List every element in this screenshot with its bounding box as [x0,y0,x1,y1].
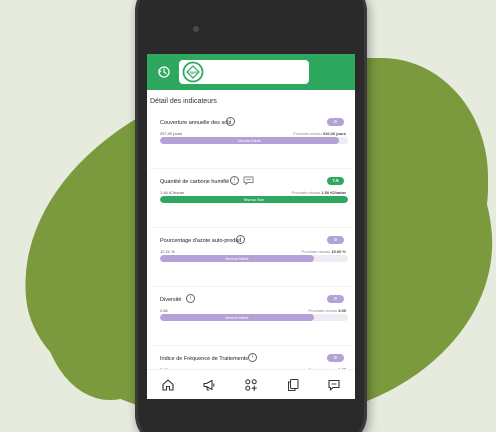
phone-camera [193,26,199,32]
current-value: 1.46 tC/ha/an [160,190,185,195]
grid-add-icon[interactable] [244,378,258,392]
indicator-title: Couverture annuelle des sols [160,120,232,126]
next-level-value: 310,00 jours [322,131,346,136]
next-level-label: Prochain niveau [291,190,321,195]
current-value: 12,21 % [160,249,175,254]
next-level-label: Prochain niveau [301,249,331,254]
indicator-title: Diversité [160,297,182,303]
info-icon[interactable]: i [226,117,235,126]
chat-icon[interactable] [327,378,341,392]
comment-icon[interactable] [243,176,254,185]
score-badge: 0 [327,354,344,362]
current-value: 297,00 jours [160,131,183,136]
app-logo: cigale [182,61,204,83]
progress-track: Niveau faible [160,137,348,144]
indicator-card[interactable]: Diversité i 0 2.84 Prochain niveau 3.50 … [150,287,352,346]
indicator-card[interactable]: Couverture annuelle des sols i 0 297,00 … [150,110,352,169]
logo-container: cigale [179,60,309,84]
score-badge: 0 [327,236,344,244]
bottom-nav [147,369,355,399]
next-level-value: 1.50 tC/ha/an [321,190,346,195]
progress-fill: Niveau faible [160,137,339,144]
indicator-card[interactable]: Pourcentage d'azote auto-produit i 0 12,… [150,228,352,287]
score-badge: 0 [327,295,344,303]
next-level-label: Prochain niveau [293,131,322,136]
progress-fill: Niveau Bon [160,196,348,203]
info-icon[interactable]: i [236,235,245,244]
app-screen: cigale Détail des indicateurs Couverture… [147,54,355,399]
section-title: Détail des indicateurs [150,98,217,105]
history-icon[interactable] [157,65,171,79]
info-icon[interactable]: i [186,294,195,303]
logo-text: cigale [188,71,198,75]
progress-track: Niveau Bon [160,196,348,203]
score-badge: 0 [327,118,344,126]
info-icon[interactable]: i [230,176,239,185]
next-level: Prochain niveau 15.00 % [302,249,347,254]
indicator-list: Couverture annuelle des sols i 0 297,00 … [147,110,355,399]
next-level: Prochain niveau 1.50 tC/ha/an [292,190,347,195]
score-badge: 7.5 [327,177,344,185]
progress-track: Niveau faible [160,314,348,321]
app-header: cigale [147,54,355,90]
info-icon[interactable]: i [248,353,257,362]
indicator-title: Indice de Fréquence de Traitements [160,356,249,362]
next-level: Prochain niveau 3.50 [308,308,346,313]
home-icon[interactable] [161,378,175,392]
indicator-title: Quantité de carbone humifié ... [160,179,236,185]
documents-icon[interactable] [286,378,300,392]
next-level-label: Prochain niveau [308,308,338,313]
progress-fill: Niveau faible [160,255,315,262]
indicator-title: Pourcentage d'azote auto-produit [160,238,242,244]
next-level: Prochain niveau 310,00 jours [293,131,346,136]
phone-frame: cigale Détail des indicateurs Couverture… [135,0,367,432]
current-value: 2.84 [160,308,168,313]
indicator-card[interactable]: Quantité de carbone humifié ... i 7.5 1.… [150,169,352,228]
megaphone-icon[interactable] [202,378,216,392]
next-level-value: 3.50 [338,308,346,313]
next-level-value: 15.00 % [331,249,346,254]
progress-track: Niveau faible [160,255,348,262]
progress-fill: Niveau faible [160,314,315,321]
